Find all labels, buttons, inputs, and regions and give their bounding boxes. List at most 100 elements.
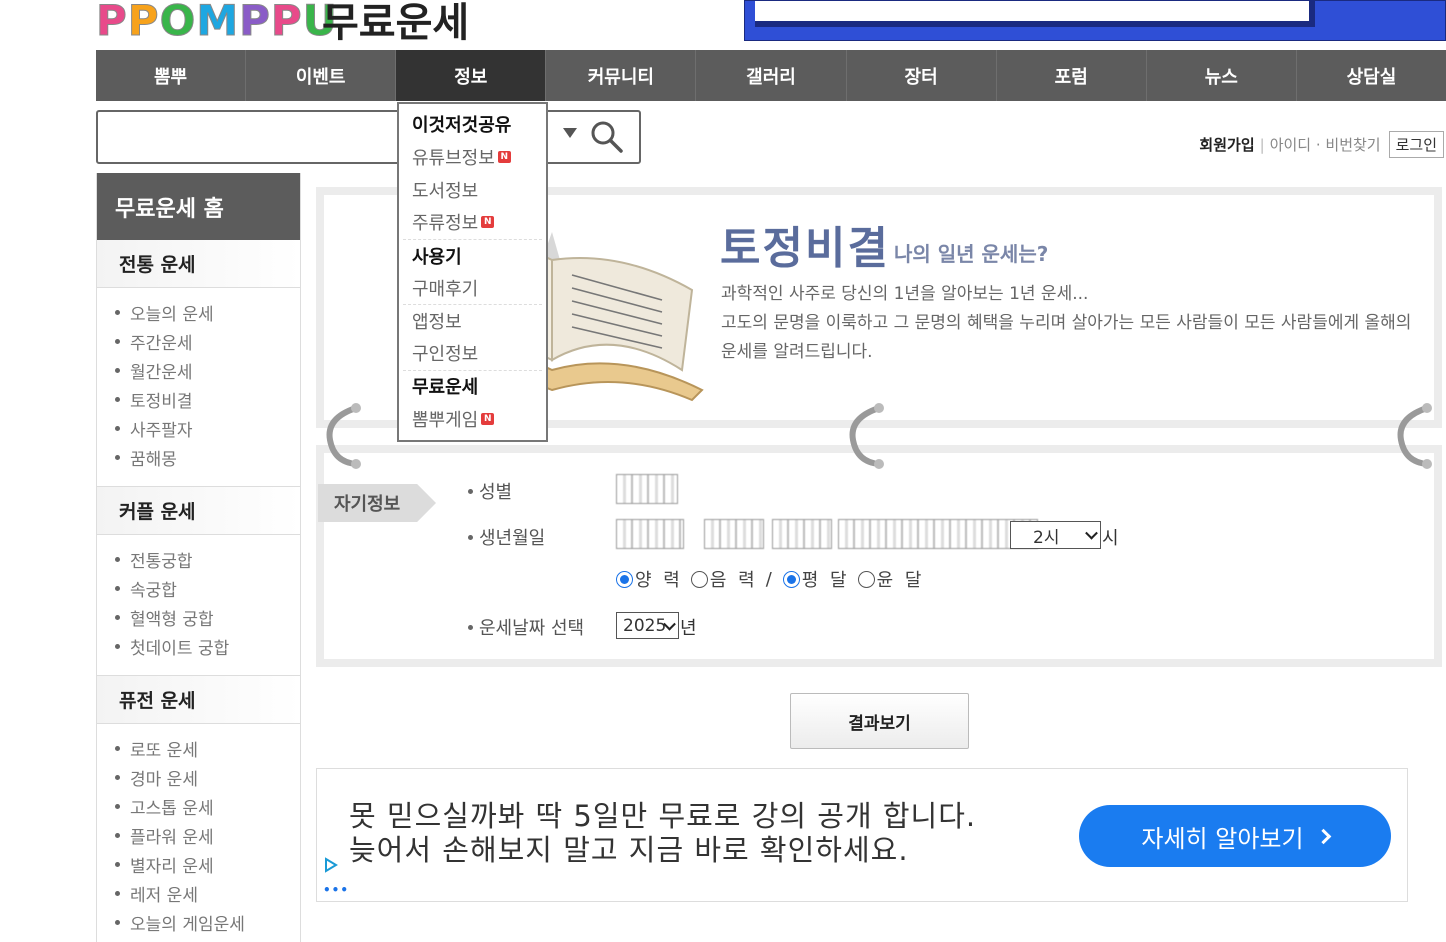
self-info-tab: 자기정보 [318,484,436,522]
bottom-ad[interactable]: 못 믿으실까봐 딱 5일만 무료로 강의 공개 합니다. 늦어서 손해보지 말고… [316,768,1408,902]
sidebar-item[interactable]: 오늘의 게임운세 [115,908,300,937]
normal-month-radio[interactable] [782,570,800,588]
top-banner-ad[interactable] [744,0,1446,41]
gender-label: 성별 [468,478,512,504]
birth-hour-value: 2시 [1033,527,1060,548]
solar-label: 양 력 [635,570,683,591]
sidebar-item[interactable]: 월간운세 [115,356,300,385]
new-badge: N [497,151,511,164]
sidebar-item[interactable]: 별자리 운세 [115,850,300,879]
dropdown-item-label: 주류정보 [412,213,479,235]
search-input[interactable] [96,110,641,164]
sidebar-item[interactable]: 토정비결 [115,385,300,414]
sidebar-item[interactable]: 플라워 운세 [115,821,300,850]
nav-item[interactable]: 장터 [847,50,997,101]
new-badge: N [481,412,495,425]
ad-options-icon[interactable]: ••• [323,883,349,897]
logo-letter: O [159,0,197,45]
dropdown-item[interactable]: 유튜브정보 N [403,141,542,174]
sidebar-item[interactable]: 주간운세 [115,327,300,356]
sidebar-list: 로또 운세 경마 운세 고스톱 운세 플라워 운세 별자리 운세 레저 운세 오늘의 게임운… [97,724,300,942]
nav-item[interactable]: 뉴스 [1147,50,1297,101]
logo-text: PPOMPPU [96,0,338,45]
site-logo[interactable]: PPOMPPU [96,0,338,46]
sidebar-item[interactable]: 전통궁합 [115,545,300,574]
dropdown-item-label: 뽐뿌게임 [412,409,479,431]
nav-item[interactable]: 상담실 [1297,50,1446,101]
dropdown-item[interactable]: 구매후기 [403,271,542,304]
sidebar-item[interactable]: 고스톱 운세 [115,792,300,821]
signup-link[interactable]: 회원가입 [1199,134,1254,155]
hour-suffix: 시 [1102,528,1119,549]
birth-hour-select[interactable]: 2시 [1010,521,1101,549]
search-icon[interactable] [590,120,624,154]
year-suffix: 년 [680,618,697,639]
ad-line1: 못 믿으실까봐 딱 5일만 무료로 강의 공개 합니다. [349,799,977,833]
logo-letter: M [196,0,240,45]
radio-divider: / [765,568,775,590]
lunar-radio[interactable] [690,570,708,588]
fortune-year-value: 2025 [623,615,667,636]
sidebar-item[interactable]: 오늘의 운세 [115,298,300,327]
binder-ring-icon [1397,403,1432,469]
chevron-down-icon [1085,526,1098,540]
fortune-year-select[interactable]: 2025 [616,612,679,639]
leap-month-radio[interactable] [857,570,875,588]
dropdown-item-label: 무료운세 [412,377,479,399]
login-button[interactable]: 로그인 [1388,131,1444,158]
birth-month-select[interactable] [704,519,764,549]
hero-desc-line2: 고도의 문명을 이룩하고 그 문명의 혜택을 누리며 살아가는 모든 사람들이 … [721,313,1412,362]
sidebar-section: 커플 운세전통궁합 속궁합 혈액형 궁합 첫데이트 궁합 [97,487,300,676]
nav-item[interactable]: 커뮤니티 [546,50,697,101]
dropdown-item[interactable]: 사용기 [403,238,542,272]
dropdown-item[interactable]: 뽐뿌게임 N [403,402,542,435]
sidebar-item[interactable]: 경마 운세 [115,763,300,792]
birth-day-select[interactable] [772,519,832,549]
dropdown-item[interactable]: 도서정보 [403,173,542,206]
dropdown-item[interactable]: 이것저것공유 [403,108,542,141]
hero-description: 과학적인 사주로 당신의 1년을 알아보는 1년 운세... 고도의 문명을 이… [721,280,1431,367]
sidebar-item[interactable]: 로또 운세 [115,734,300,763]
page-title: 무료운세 [322,0,470,46]
dropdown-item[interactable]: 주류정보 N [403,206,542,239]
view-result-button[interactable]: 결과보기 [790,693,969,749]
nav-item[interactable]: 정보 [396,50,547,101]
gender-label-text: 성별 [479,482,513,503]
sidebar-home[interactable]: 무료운세 홈 [97,173,300,240]
sidebar-item[interactable]: 혈액형 궁합 [115,603,300,632]
logo-letter: P [270,0,303,45]
lunar-label: 음 력 [709,570,758,591]
sidebar-item[interactable]: 첫데이트 궁합 [115,632,300,661]
sidebar-item[interactable]: 꿈해몽 [115,443,300,472]
ad-choices-icon[interactable] [323,857,339,873]
nav-item[interactable]: 포럼 [997,50,1147,101]
sidebar: 무료운세 홈 전통 운세 오늘의 운세 주간운세 월간운세 토정비결 사주팔자 꿈해몽 커플 … [96,173,301,942]
logo-letters: PPOMPPU [96,0,338,45]
nav-item[interactable]: 뽐뿌 [96,50,247,101]
calendar-type-radios: 양 력 음 력 / 평 달 윤 달 [616,566,932,592]
search-scope-dropdown-icon[interactable] [563,128,577,138]
ad-cta-button[interactable]: 자세히 알아보기 [1079,805,1391,867]
hero-subtitle: 나의 일년 운세는? [894,242,1049,266]
nav-item[interactable]: 갤러리 [696,50,847,101]
hero-desc-line1: 과학적인 사주로 당신의 1년을 알아보는 1년 운세... [721,284,1089,304]
dropdown-item[interactable]: 무료운세 [403,369,542,403]
sidebar-item[interactable]: 레저 운세 [115,879,300,908]
nav-item[interactable]: 이벤트 [246,50,397,101]
sidebar-section-title: 커플 운세 [97,487,300,535]
birth-hour-blurred [838,519,1038,549]
chevron-right-icon [1315,828,1331,844]
fortune-year-label-text: 운세날짜 선택 [479,618,585,639]
dropdown-item[interactable]: 앱정보 [403,304,542,337]
birth-year-select[interactable] [616,519,684,549]
binder-ring-icon [849,403,884,469]
find-account-link[interactable]: 아이디 · 비번찾기 [1270,134,1381,155]
gender-select[interactable] [616,474,678,504]
dropdown-item[interactable]: 구인정보 [403,337,542,370]
new-badge: N [481,216,495,229]
sidebar-item[interactable]: 속궁합 [115,574,300,603]
sidebar-item[interactable]: 사주팔자 [115,414,300,443]
solar-radio[interactable] [616,570,633,588]
ad-cta-label: 자세히 알아보기 [1141,824,1304,853]
ad-text: 못 믿으실까봐 딱 5일만 무료로 강의 공개 합니다. 늦어서 손해보지 말고… [349,799,976,867]
